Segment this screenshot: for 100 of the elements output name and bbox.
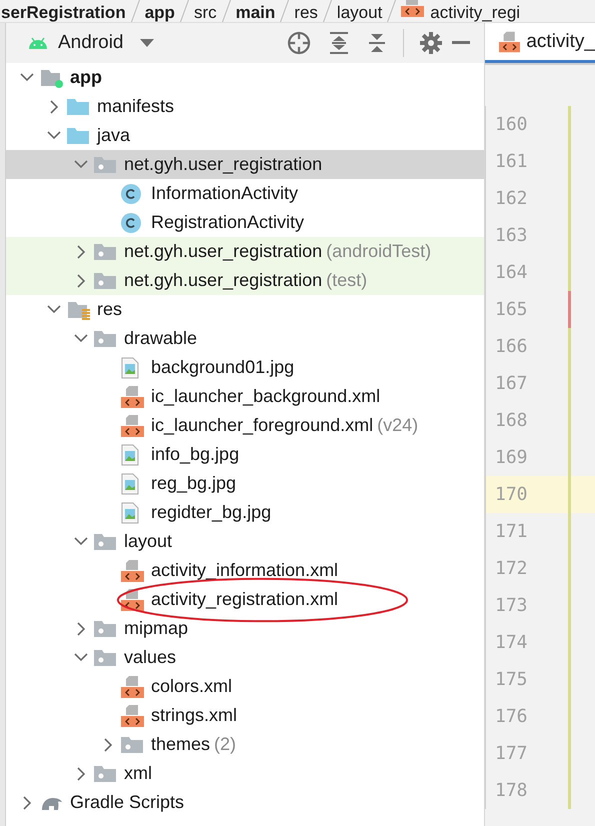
view-selector[interactable]: Android [58,32,124,54]
resource-folder-icon [67,300,91,320]
breadcrumb-item[interactable]: serRegistration [1,3,126,22]
line-number: 164 [494,262,529,283]
package-folder-icon [94,272,116,290]
breadcrumb-item[interactable]: activity_regi [430,3,520,22]
folder-icon [67,98,89,116]
chevron-right-icon[interactable] [50,100,58,114]
line-number: 177 [494,743,529,764]
chevron-right-icon[interactable] [76,274,86,288]
package-folder-icon [94,242,116,260]
chevron-right-icon[interactable] [76,766,86,780]
tree-item[interactable]: activity_information.xml [151,560,338,581]
tree-item[interactable]: ic_launcher_foreground.xml [151,415,374,436]
tree-item[interactable]: xml [124,763,152,784]
tree-item[interactable]: RegistrationActivity [151,212,304,233]
tree-item[interactable]: net.gyh.user_registration [124,241,322,262]
chevron-down-icon[interactable] [74,653,88,662]
line-number: 166 [494,336,529,357]
line-number: 170 [494,484,529,505]
tree-item[interactable]: mipmap [124,618,188,639]
chevron-down-icon[interactable] [74,160,88,169]
tree-item[interactable]: values [124,647,176,668]
line-number: 172 [494,558,529,579]
class-icon [121,212,141,232]
package-folder-icon [121,736,143,754]
xml-file-icon [121,676,144,698]
line-number: 161 [494,151,529,172]
editor-tab[interactable]: activity_ [485,23,595,63]
tree-item[interactable]: java [97,125,130,146]
tree-item[interactable]: InformationActivity [151,183,298,204]
tree-item[interactable]: app [70,67,102,88]
image-file-icon [121,502,139,524]
expand-all-icon[interactable] [329,32,349,54]
xml-file-icon [121,386,144,408]
item-suffix: (v24) [377,415,418,436]
xml-file-icon [121,588,144,610]
folder-icon [67,126,89,144]
class-icon [121,184,141,204]
minimize-icon[interactable] [452,41,470,45]
tree-item[interactable]: drawable [124,328,198,349]
xml-file-icon [401,0,424,17]
tree-item[interactable]: colors.xml [151,676,232,697]
line-number: 165 [494,299,529,320]
dropdown-caret-icon[interactable] [140,39,154,47]
chevron-down-icon[interactable] [20,73,34,82]
tree-item[interactable]: regidter_bg.jpg [151,502,272,523]
chevron-down-icon[interactable] [74,537,88,546]
tree-item[interactable]: manifests [97,96,174,117]
line-number: 163 [494,225,529,246]
collapse-all-icon[interactable] [367,32,387,54]
chevron-right-icon[interactable] [22,796,32,810]
xml-file-icon [499,30,520,52]
tree-item[interactable]: net.gyh.user_registration [124,270,322,291]
breadcrumb-item[interactable]: main [236,3,276,22]
chevron-down-icon[interactable] [47,131,61,140]
package-folder-icon [94,156,116,174]
line-number: 160 [494,114,529,135]
line-number: 168 [494,410,529,431]
tree-item[interactable]: ic_launcher_background.xml [151,386,380,407]
line-number: 178 [494,780,529,801]
line-number: 171 [494,521,529,542]
breadcrumb-item[interactable]: res [294,3,318,22]
tree-item[interactable]: layout [124,531,172,552]
locate-icon[interactable] [287,31,311,55]
package-folder-icon [94,764,116,782]
item-suffix: (test) [326,270,368,291]
line-number: 162 [494,188,529,209]
android-icon [28,37,48,49]
package-folder-icon [94,620,116,638]
tree-item[interactable]: background01.jpg [151,357,294,378]
tree-item[interactable]: res [97,299,122,320]
package-folder-icon [94,330,116,348]
xml-file-icon [121,704,144,726]
chevron-down-icon[interactable] [47,305,61,314]
chevron-right-icon[interactable] [76,622,86,636]
breadcrumb-item[interactable]: src [194,3,217,22]
tree-item[interactable]: Gradle Scripts [70,792,184,813]
image-file-icon [121,444,139,466]
line-number: 174 [494,632,529,653]
tree-item[interactable]: themes [151,734,210,755]
breadcrumb-item[interactable]: layout [336,3,382,22]
xml-file-icon [121,560,144,582]
tree-item[interactable]: reg_bg.jpg [151,473,236,494]
chevron-right-icon[interactable] [104,738,112,752]
chevron-down-icon[interactable] [74,334,88,343]
tree-item[interactable]: info_bg.jpg [151,444,240,465]
item-suffix: (androidTest) [326,241,432,262]
line-number: 175 [494,669,529,690]
package-folder-icon [94,532,116,550]
line-number: 167 [494,373,529,394]
package-folder-icon [94,648,116,666]
breadcrumb-item[interactable]: app [144,3,175,22]
line-number: 169 [494,447,529,468]
settings-icon[interactable] [420,32,442,54]
module-folder-icon [40,68,64,88]
image-file-icon [121,356,139,378]
tree-item[interactable]: strings.xml [151,705,238,726]
line-number: 176 [494,706,529,727]
chevron-right-icon[interactable] [76,244,86,258]
